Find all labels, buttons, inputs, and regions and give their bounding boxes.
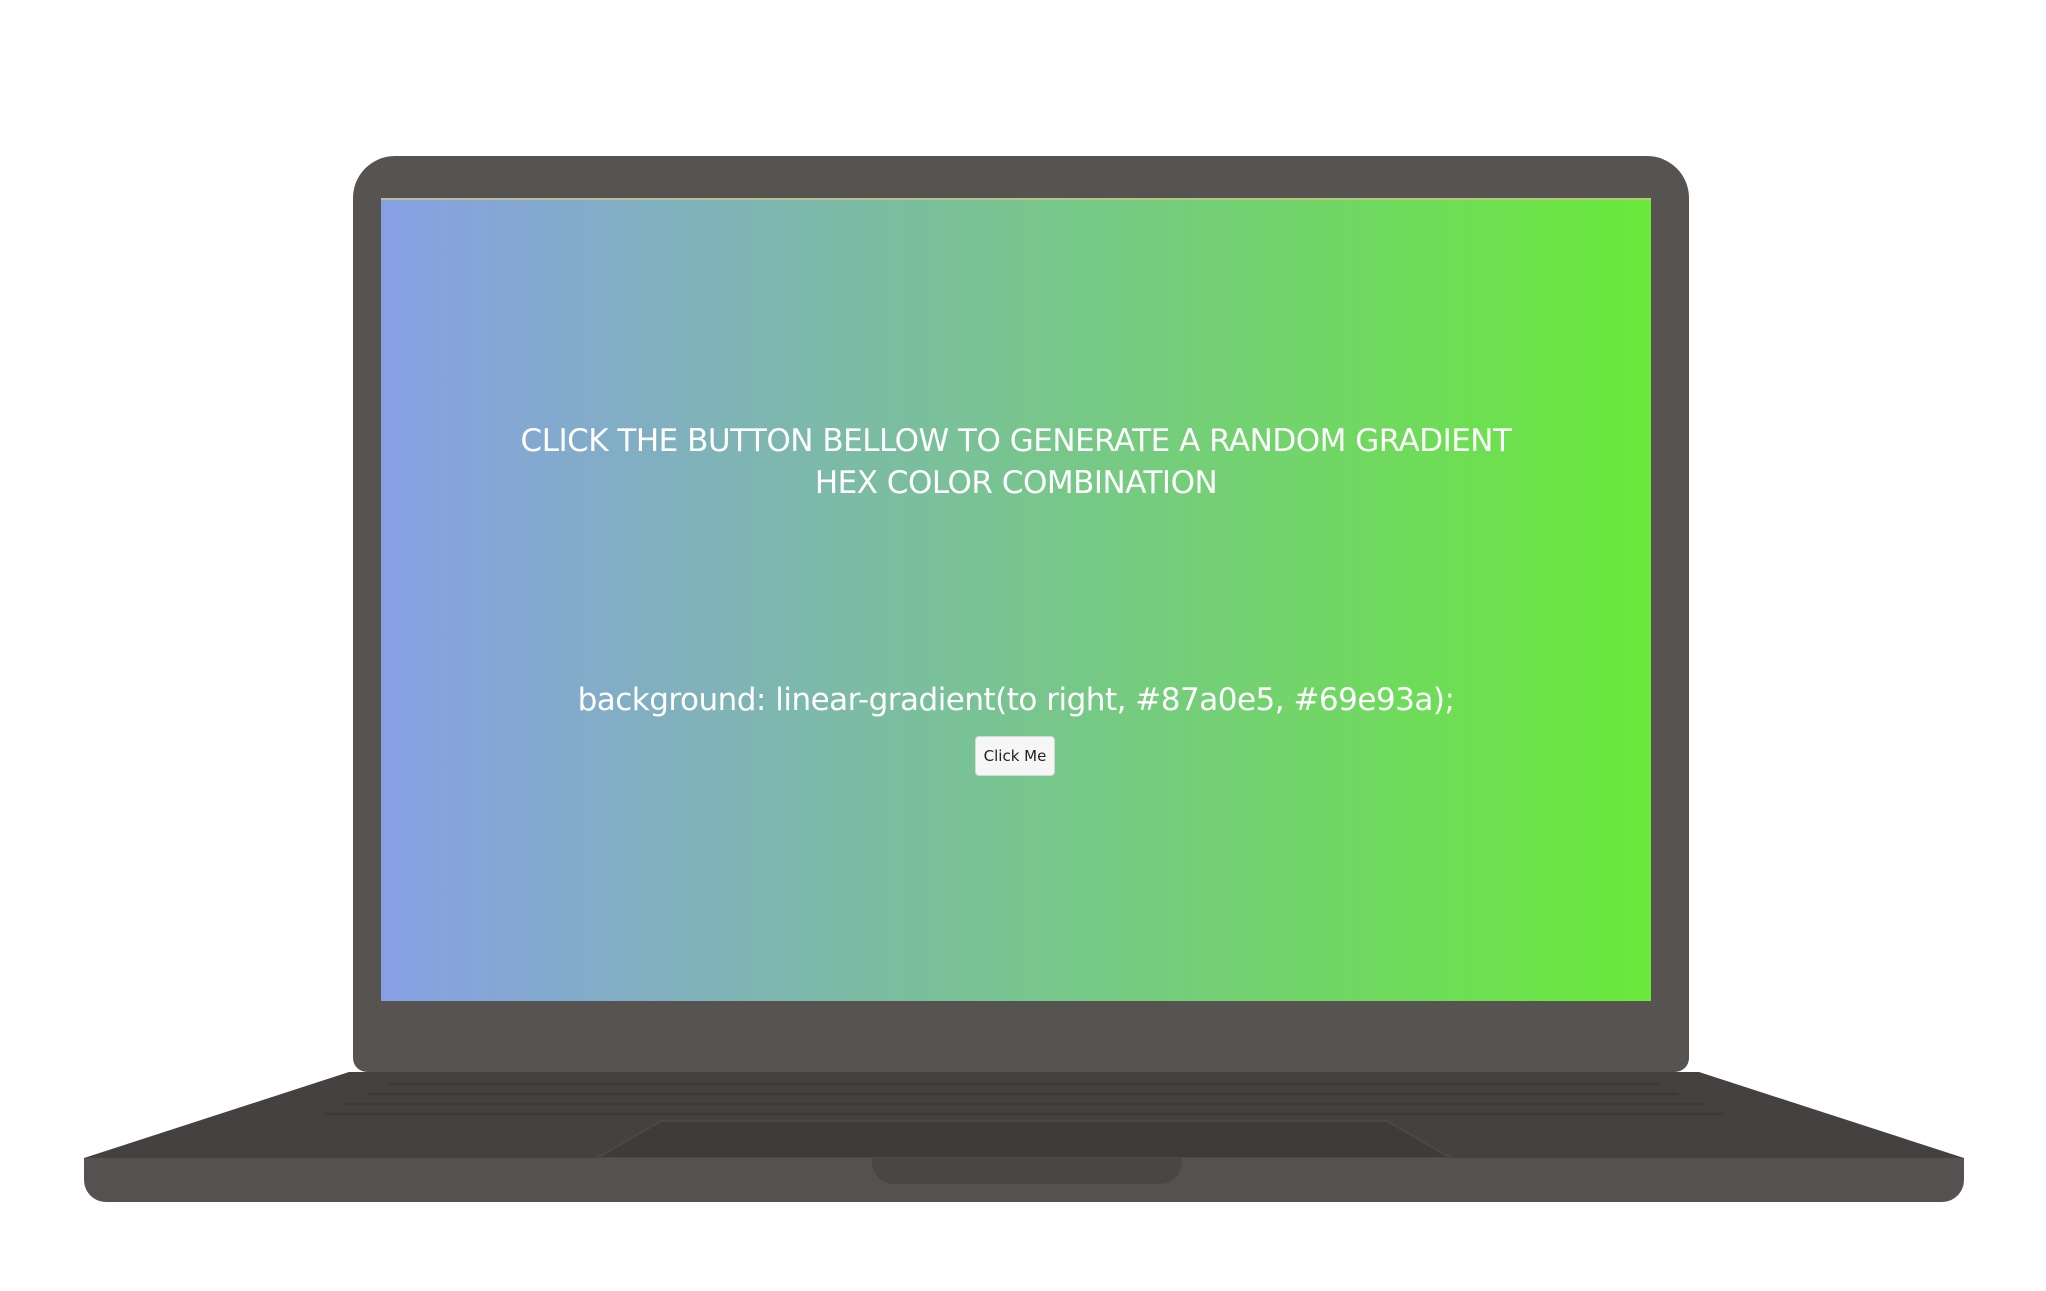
laptop-opening-notch <box>872 1158 1182 1184</box>
heading-line-2: HEX COLOR COMBINATION <box>814 465 1218 501</box>
laptop-base-deck <box>84 1072 1964 1159</box>
trackpad <box>593 1120 1455 1159</box>
mockup-stage: CLICK THE BUTTON BELLOW TO GENERATE A RA… <box>0 0 2046 1291</box>
screen-top-rim <box>381 198 1651 200</box>
laptop-screen: CLICK THE BUTTON BELLOW TO GENERATE A RA… <box>381 198 1651 1001</box>
click-me-button[interactable]: Click Me <box>975 736 1055 776</box>
heading-line-1: CLICK THE BUTTON BELLOW TO GENERATE A RA… <box>520 423 1512 459</box>
gradient-css-output: background: linear-gradient(to right, #8… <box>577 682 1455 718</box>
page-heading: CLICK THE BUTTON BELLOW TO GENERATE A RA… <box>381 420 1651 504</box>
